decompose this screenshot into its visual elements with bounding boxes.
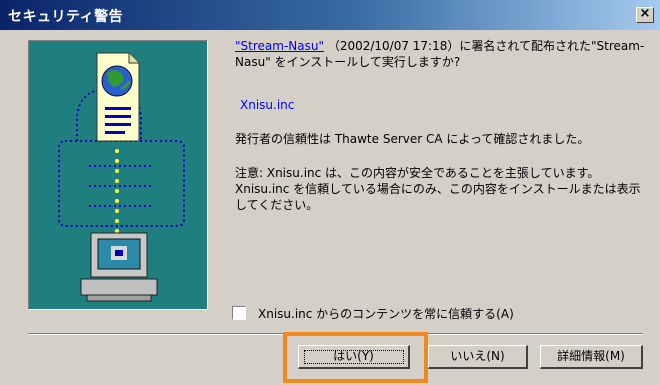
no-button[interactable]: いいえ(N) (428, 345, 528, 369)
more-info-button[interactable]: 詳細情報(M) (540, 345, 643, 369)
publisher-link[interactable]: Xnisu.inc (240, 98, 294, 112)
caution-text: 注意: Xnisu.inc は、この内容が安全であることを主張しています。Xni… (235, 166, 641, 212)
close-icon: × (639, 6, 651, 21)
connector-dots (115, 149, 119, 233)
install-prompt: "Stream-Nasu" （2002/10/07 17:18）に署名されて配布… (235, 38, 645, 70)
always-trust-label[interactable]: Xnisu.inc からのコンテンツを常に信頼する(A) (258, 305, 514, 322)
globe-icon (101, 65, 133, 97)
security-illustration (28, 40, 208, 310)
computer-icon (80, 232, 158, 302)
no-button-label: いいえ(N) (450, 349, 505, 363)
always-trust-checkbox[interactable] (232, 306, 246, 320)
close-button[interactable]: × (636, 6, 654, 23)
title-bar[interactable]: セキュリティ警告 × (0, 0, 660, 30)
illustration-art (58, 52, 185, 302)
issuer-statement: 発行者の信頼性は Thawte Server CA によって確認されました。 (235, 132, 590, 146)
window-title: セキュリティ警告 (8, 9, 124, 25)
program-link[interactable]: "Stream-Nasu" (235, 39, 324, 53)
highlight-box (283, 332, 428, 383)
more-info-button-label: 詳細情報(M) (557, 349, 625, 363)
security-warning-dialog: セキュリティ警告 × "Stream-Nasu" （2002/10/07 17:… (0, 0, 660, 385)
